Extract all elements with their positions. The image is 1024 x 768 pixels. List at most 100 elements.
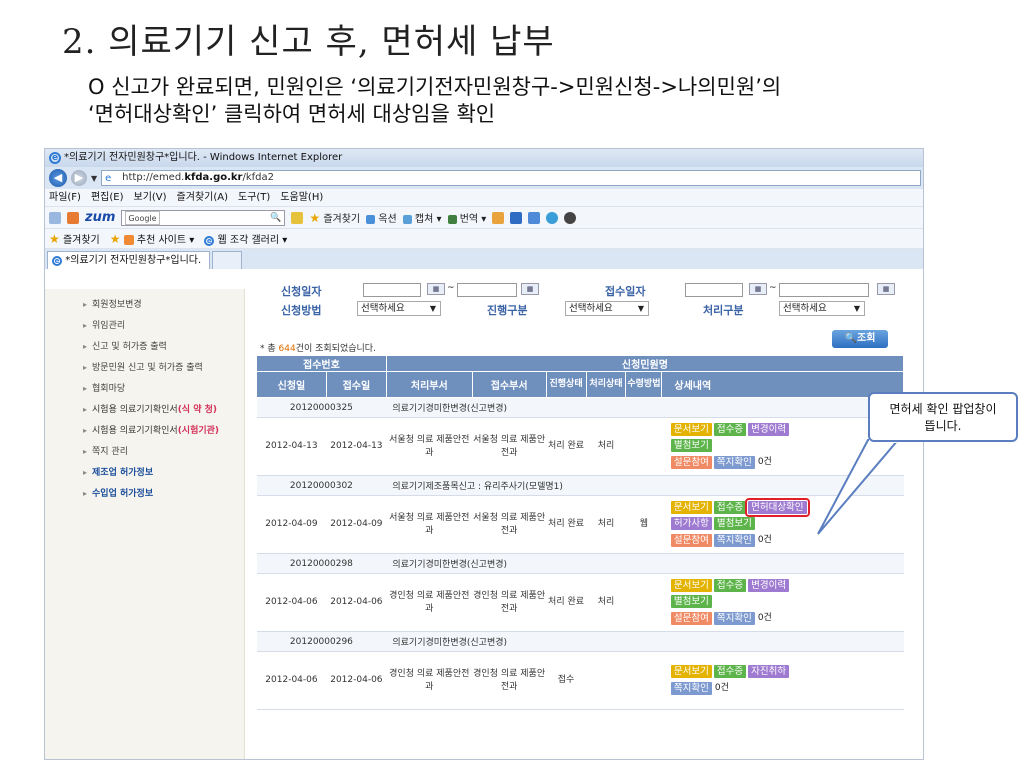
circle-e-icon[interactable]: [546, 211, 559, 224]
menu-edit[interactable]: 편집(E): [91, 189, 124, 206]
view-document-button[interactable]: 문서보기: [670, 423, 712, 437]
calendar-icon[interactable]: ▦: [427, 283, 445, 295]
progress-select[interactable]: 선택하세요 ▼: [565, 301, 649, 316]
back-icon[interactable]: ◀: [49, 169, 67, 187]
view-document-button[interactable]: 문서보기: [670, 501, 712, 515]
menu-tools[interactable]: 도구(T): [238, 189, 270, 206]
sidebar-item-association[interactable]: ▸ 협회마당: [83, 381, 125, 394]
chevron-down-icon: ▼: [853, 304, 860, 313]
menu-file[interactable]: 파일(F): [49, 189, 81, 206]
new-tab-button[interactable]: [212, 251, 243, 269]
header-apply-date: 신청일: [256, 371, 327, 398]
key-icon[interactable]: [291, 211, 304, 224]
header-receipt-date: 접수일: [325, 371, 387, 398]
search-icon[interactable]: 🔍: [270, 211, 281, 225]
attachment-button[interactable]: 별첨보기: [670, 595, 712, 609]
sidebar-item-visit-print[interactable]: ▸ 방문민원 신고 및 허가증 출력: [83, 360, 203, 373]
process-select[interactable]: 선택하세요 ▼: [779, 301, 865, 316]
permit-details-button[interactable]: 허가사항: [670, 517, 712, 531]
attachment-button[interactable]: 별첨보기: [670, 439, 712, 453]
check-note-button[interactable]: 쪽지확인: [713, 611, 755, 625]
bullet-line-2: ‘면허대상확인’ 클릭하여 면허세 대상임을 확인: [88, 102, 496, 126]
check-note-button[interactable]: 쪽지확인: [713, 455, 755, 469]
receipt-button[interactable]: 접수증: [713, 423, 747, 437]
tab-active[interactable]: e *의료기기 전자민원창구*입니다.: [47, 251, 211, 269]
apply-date: 2012-04-06: [256, 573, 327, 632]
toolbar-capture[interactable]: 캡쳐 ▾: [402, 210, 442, 225]
calendar-icon[interactable]: ▦: [521, 283, 539, 295]
receipt-button[interactable]: 접수증: [713, 665, 747, 679]
sidebar-item-test-device-lab[interactable]: ▸ 시험용 의료기기확인서(시험기관): [83, 423, 219, 436]
bookmark-icon[interactable]: [492, 211, 505, 224]
ie-logo-icon: e: [49, 152, 61, 164]
google-search-input[interactable]: Google 🔍: [121, 209, 286, 226]
sidebar-item-manufacture-license[interactable]: ▸ 제조업 허가정보: [83, 465, 153, 478]
search-button[interactable]: 🔍조회: [832, 330, 888, 348]
toolbar-auction[interactable]: 옥션: [366, 210, 397, 225]
table-row-group: 20120000325 의료기기경미한변경(신고변경): [256, 397, 904, 418]
process-select-value: 선택하세요: [783, 303, 827, 314]
change-history-button[interactable]: 변경이력: [748, 423, 790, 437]
header-process: 처리상태: [585, 371, 627, 398]
survey-button[interactable]: 설문참여: [670, 611, 712, 625]
progress-select-value: 선택하세요: [569, 303, 613, 314]
receipt-button[interactable]: 접수증: [713, 501, 747, 515]
receipt-date-from-input[interactable]: [685, 283, 743, 297]
url-field[interactable]: e http://emed.kfda.go.kr/kfda2: [101, 170, 922, 186]
note-count: 0건: [757, 613, 772, 624]
withdraw-button[interactable]: 자진취하: [748, 665, 790, 679]
page-content: ▸ 회원정보변경 ▸ 위임관리 ▸ 신고 및 허가증 출력 ▸ 방문민원 신고 및 허가…: [45, 283, 923, 759]
change-history-button[interactable]: 변경이력: [748, 579, 790, 593]
history-dropdown-icon[interactable]: ▼: [91, 174, 97, 183]
menu-favorites[interactable]: 즐겨찾기(A): [177, 189, 228, 206]
sidebar-item-test-device-kfda[interactable]: ▸ 시험용 의료기기확인서(식 약 청): [83, 402, 217, 415]
disk-icon[interactable]: [528, 211, 541, 224]
sidebar-item-label: 위임관리: [92, 321, 126, 331]
calendar-icon[interactable]: ▦: [877, 283, 895, 295]
fav-web-slices[interactable]: e 웹 조각 갤러리 ▾: [204, 231, 287, 246]
table-row-group: 20120000298 의료기기경미한변경(신고변경): [256, 553, 904, 574]
check-note-button[interactable]: 쪽지확인: [713, 533, 755, 547]
sidebar-item-tag: (식 약 청): [177, 405, 218, 415]
view-document-button[interactable]: 문서보기: [670, 665, 712, 679]
menu-view[interactable]: 보기(V): [134, 189, 167, 206]
method-select[interactable]: 선택하세요 ▼: [357, 301, 441, 316]
table-row: 2012-04-06 2012-04-06 경인청 의료 제품안전과 경인청 의…: [256, 651, 904, 710]
home-icon[interactable]: [67, 211, 79, 224]
apply-date-from-input[interactable]: [363, 283, 421, 297]
receipt-date-label: 접수일자: [605, 285, 646, 298]
receipt-button[interactable]: 접수증: [713, 579, 747, 593]
license-target-check-button[interactable]: 면허대상확인: [745, 498, 810, 518]
favorites-button[interactable]: ★ 즐겨찾기: [49, 231, 100, 246]
sidebar-item-print-certificate[interactable]: ▸ 신고 및 허가증 출력: [83, 339, 167, 352]
sidebar-item-notes[interactable]: ▸ 쪽지 관리: [83, 444, 128, 457]
forward-icon[interactable]: ▶: [71, 170, 87, 186]
survey-button[interactable]: 설문참여: [670, 455, 712, 469]
fav-suggested-sites[interactable]: ★ 추천 사이트 ▾: [110, 231, 195, 246]
toolbar-translate[interactable]: 번역 ▾: [447, 210, 486, 225]
toolbar-capture-label: 캡쳐: [414, 214, 434, 225]
receipt-date-to-input[interactable]: [779, 283, 869, 297]
menu-help[interactable]: 도움말(H): [280, 189, 323, 206]
google-label: Google: [125, 210, 160, 225]
toolbar-favorites[interactable]: ★ 즐겨찾기: [309, 210, 360, 225]
power-icon[interactable]: [564, 211, 577, 224]
sidebar-item-delegation[interactable]: ▸ 위임관리: [83, 318, 125, 331]
apply-date-to-input[interactable]: [457, 283, 517, 297]
view-document-button[interactable]: 문서보기: [670, 579, 712, 593]
callout-tail-shape: [817, 439, 901, 535]
chevron-down-icon: ▼: [637, 304, 644, 313]
calendar-icon[interactable]: ▦: [749, 283, 767, 295]
survey-button[interactable]: 설문참여: [670, 533, 712, 547]
sidebar: ▸ 회원정보변경 ▸ 위임관리 ▸ 신고 및 허가증 출력 ▸ 방문민원 신고 및 허가…: [45, 289, 245, 759]
callout-pointer: [817, 439, 901, 535]
note-count: 0건: [714, 683, 729, 694]
search-button-label: 조회: [857, 333, 876, 344]
attachment-button[interactable]: 별첨보기: [713, 517, 755, 531]
save-icon[interactable]: [510, 211, 523, 224]
settings-icon[interactable]: [49, 211, 61, 224]
sidebar-item-member-info[interactable]: ▸ 회원정보변경: [83, 297, 142, 310]
sidebar-item-import-license[interactable]: ▸ 수입업 허가정보: [83, 486, 153, 499]
count-number: 644: [278, 344, 296, 354]
check-note-button[interactable]: 쪽지확인: [670, 681, 712, 695]
